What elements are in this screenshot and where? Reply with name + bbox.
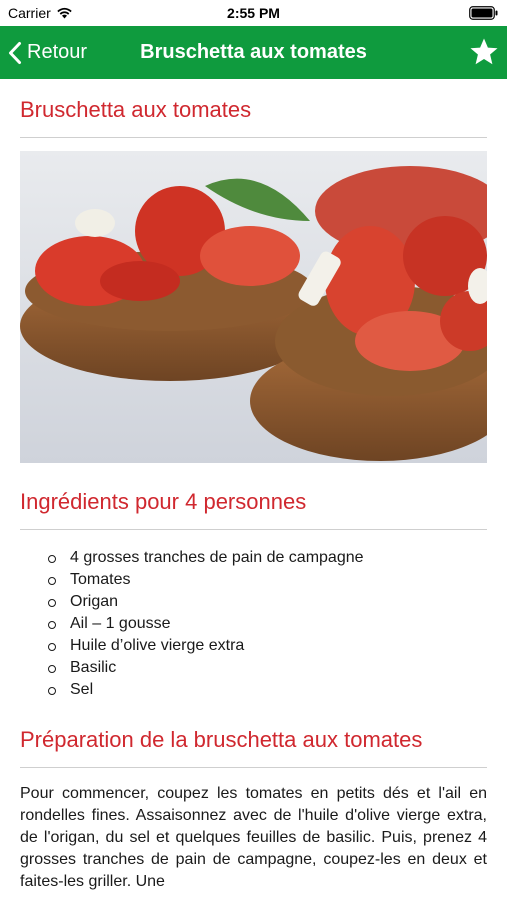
recipe-content: Bruschetta aux tomates Ingrédients pour … (20, 79, 487, 893)
navigation-bar: Retour Bruschetta aux tomates (0, 26, 507, 79)
preparation-heading: Préparation de la bruschetta aux tomates (20, 701, 487, 768)
list-item: Origan (48, 591, 487, 613)
back-button[interactable]: Retour (8, 26, 87, 79)
bruschetta-photo-icon (20, 151, 487, 463)
battery-icon (469, 6, 499, 23)
chevron-left-icon (9, 41, 21, 64)
recipe-photo (20, 151, 487, 463)
list-item: Tomates (48, 569, 487, 591)
recipe-title: Bruschetta aux tomates (20, 79, 487, 138)
list-item: 4 grosses tranches de pain de campagne (48, 547, 487, 569)
preparation-text: Pour commencer, coupez les tomates en pe… (20, 785, 487, 890)
list-item: Huile d’olive vierge extra (48, 635, 487, 657)
list-item: Sel (48, 679, 487, 701)
ingredients-heading: Ingrédients pour 4 personnes (20, 463, 487, 530)
star-icon (470, 38, 498, 65)
list-item: Basilic (48, 657, 487, 679)
clock: 2:55 PM (227, 5, 280, 21)
ingredients-list: 4 grosses tranches de pain de campagne T… (20, 547, 487, 701)
status-bar: Carrier 2:55 PM (0, 0, 507, 26)
nav-title: Bruschetta aux tomates (140, 41, 367, 63)
favorite-button[interactable] (469, 37, 499, 67)
list-item: Ail – 1 gousse (48, 613, 487, 635)
back-label: Retour (27, 41, 88, 63)
